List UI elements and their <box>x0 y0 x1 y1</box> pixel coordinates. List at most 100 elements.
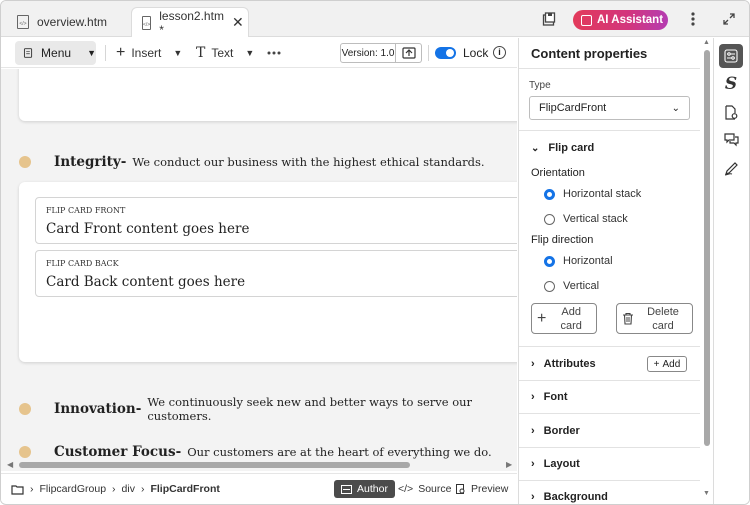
scroll-down-icon[interactable]: ▼ <box>703 490 710 497</box>
text-format-icon: T <box>196 45 206 61</box>
radio-horizontal-stack[interactable]: Horizontal stack <box>544 188 641 200</box>
panel-divider <box>519 68 700 69</box>
insert-button[interactable]: + Insert ▼ <box>116 44 182 62</box>
bullet-dot <box>19 446 31 458</box>
chevron-right-icon: › <box>30 483 34 495</box>
author-icon <box>341 484 352 494</box>
delete-card-button[interactable]: Delete card <box>616 303 693 334</box>
lock-label: Lock <box>463 46 489 60</box>
radio-direction-horizontal[interactable]: Horizontal <box>544 255 613 267</box>
preview-mode-button[interactable]: Preview <box>449 480 515 498</box>
author-label: Author <box>357 483 388 495</box>
font-section-header[interactable]: › Font <box>531 391 568 403</box>
value-title: Customer Focus- <box>54 444 182 459</box>
orientation-label: Orientation <box>531 167 585 179</box>
section-title: Layout <box>543 458 580 470</box>
panel-divider <box>519 380 700 381</box>
chevron-right-icon: › <box>531 491 535 503</box>
panel-divider <box>519 447 700 448</box>
add-card-label: card <box>560 319 582 332</box>
review-rail-button[interactable] <box>719 156 743 180</box>
flipcard-group[interactable]: FLIP CARD FRONT Card Front content goes … <box>19 182 517 362</box>
author-mode-button[interactable]: Author <box>334 480 395 498</box>
value-text: We conduct our business with the highest… <box>132 155 485 169</box>
panel-vertical-scrollbar[interactable]: ▲ ▼ <box>701 38 713 504</box>
lock-toggle[interactable] <box>435 47 456 59</box>
chevron-right-icon: › <box>140 483 145 495</box>
content-card[interactable] <box>19 69 517 121</box>
scroll-left-icon[interactable]: ◀ <box>7 460 13 469</box>
tab-label: overview.htm <box>37 15 108 29</box>
delete-card-label: Delete <box>647 305 679 318</box>
value-row[interactable]: Customer Focus- Our customers are at the… <box>19 444 492 459</box>
add-card-button[interactable]: + Add card <box>531 303 597 334</box>
editor-toolbar: Menu ▼ + Insert ▼ T Text ▼ Version: 1.0 … <box>1 38 517 68</box>
value-row[interactable]: Innovation- We continuously seek new and… <box>19 395 517 423</box>
value-title: Innovation- <box>54 401 142 417</box>
layout-section-header[interactable]: › Layout <box>531 458 580 470</box>
info-icon[interactable]: i <box>493 46 506 59</box>
border-section-header[interactable]: › Border <box>531 425 580 437</box>
ai-assistant-label: AI Assistant <box>597 14 664 26</box>
editor-canvas[interactable]: Integrity- We conduct our business with … <box>1 69 517 459</box>
text-label: Text <box>211 46 234 60</box>
breadcrumb-item[interactable]: FlipcardGroup <box>40 483 107 495</box>
chevron-down-icon: ▼ <box>173 48 183 58</box>
preview-label: Preview <box>471 483 509 495</box>
version-label: Version: 1.0 <box>340 43 396 63</box>
value-text: We continuously seek new and better ways… <box>147 395 473 423</box>
scroll-up-icon[interactable]: ▲ <box>703 39 710 46</box>
menu-button[interactable]: Menu ▼ <box>15 41 96 65</box>
flip-card-content[interactable]: Card Front content goes here <box>46 221 249 237</box>
attributes-section-header[interactable]: › Attributes <box>531 358 596 370</box>
tab-overview[interactable]: </> overview.htm <box>7 7 125 37</box>
horizontal-scrollbar[interactable]: ◀ ▶ <box>1 459 517 471</box>
document-settings-rail-button[interactable] <box>719 100 743 124</box>
styles-rail-button[interactable]: S <box>719 72 743 96</box>
expand-icon[interactable] <box>720 10 738 28</box>
content-properties-rail-button[interactable] <box>719 44 743 68</box>
breadcrumb-item[interactable]: div <box>122 483 135 495</box>
background-section-header[interactable]: › Background <box>531 491 608 503</box>
close-icon[interactable]: ✕ <box>232 14 244 31</box>
file-icon: </> <box>142 15 152 30</box>
text-button[interactable]: T Text ▼ <box>196 44 254 62</box>
scroll-thumb[interactable] <box>704 50 710 446</box>
tab-lesson2[interactable]: </> lesson2.htm * ✕ <box>131 7 249 37</box>
flip-card-back[interactable]: FLIP CARD BACK Card Back content goes he… <box>35 250 517 297</box>
insert-label: Insert <box>131 46 162 60</box>
radio-unselected-icon <box>544 280 555 292</box>
chevron-right-icon: › <box>112 483 116 495</box>
comments-rail-button[interactable] <box>719 128 743 152</box>
section-title: Font <box>543 391 568 403</box>
panel-divider <box>519 130 700 131</box>
preview-icon <box>456 483 465 494</box>
save-icon[interactable] <box>540 10 558 28</box>
plus-icon: + <box>537 309 547 327</box>
tab-label: lesson2.htm * <box>159 8 224 37</box>
attributes-add-button[interactable]: + Add <box>647 356 687 372</box>
panel-divider <box>519 413 700 414</box>
radio-label: Horizontal stack <box>563 188 642 200</box>
pen-icon <box>724 161 738 175</box>
ai-assistant-button[interactable]: AI Assistant <box>573 10 668 30</box>
plus-icon: + <box>116 44 126 61</box>
more-horizontal-icon[interactable] <box>267 44 281 62</box>
scroll-thumb[interactable] <box>19 462 410 468</box>
flip-card-section-header[interactable]: ⌄ Flip card <box>531 142 594 154</box>
chevron-right-icon: › <box>531 391 535 403</box>
radio-label: Vertical stack <box>563 213 628 225</box>
type-select-value: FlipCardFront <box>539 102 607 114</box>
radio-vertical-stack[interactable]: Vertical stack <box>544 213 628 225</box>
flip-card-front[interactable]: FLIP CARD FRONT Card Front content goes … <box>35 197 517 244</box>
more-vertical-icon[interactable] <box>684 10 702 28</box>
flip-card-content[interactable]: Card Back content goes here <box>46 274 245 290</box>
breadcrumb-item-current[interactable]: FlipCardFront <box>150 483 219 495</box>
version-history-button[interactable] <box>396 43 422 63</box>
scroll-right-icon[interactable]: ▶ <box>506 460 512 469</box>
trash-icon <box>623 312 633 325</box>
value-row[interactable]: Integrity- We conduct our business with … <box>19 154 485 170</box>
radio-direction-vertical[interactable]: Vertical <box>544 280 599 292</box>
add-label: Add <box>662 358 681 370</box>
type-select[interactable]: FlipCardFront ⌄ <box>529 96 690 120</box>
